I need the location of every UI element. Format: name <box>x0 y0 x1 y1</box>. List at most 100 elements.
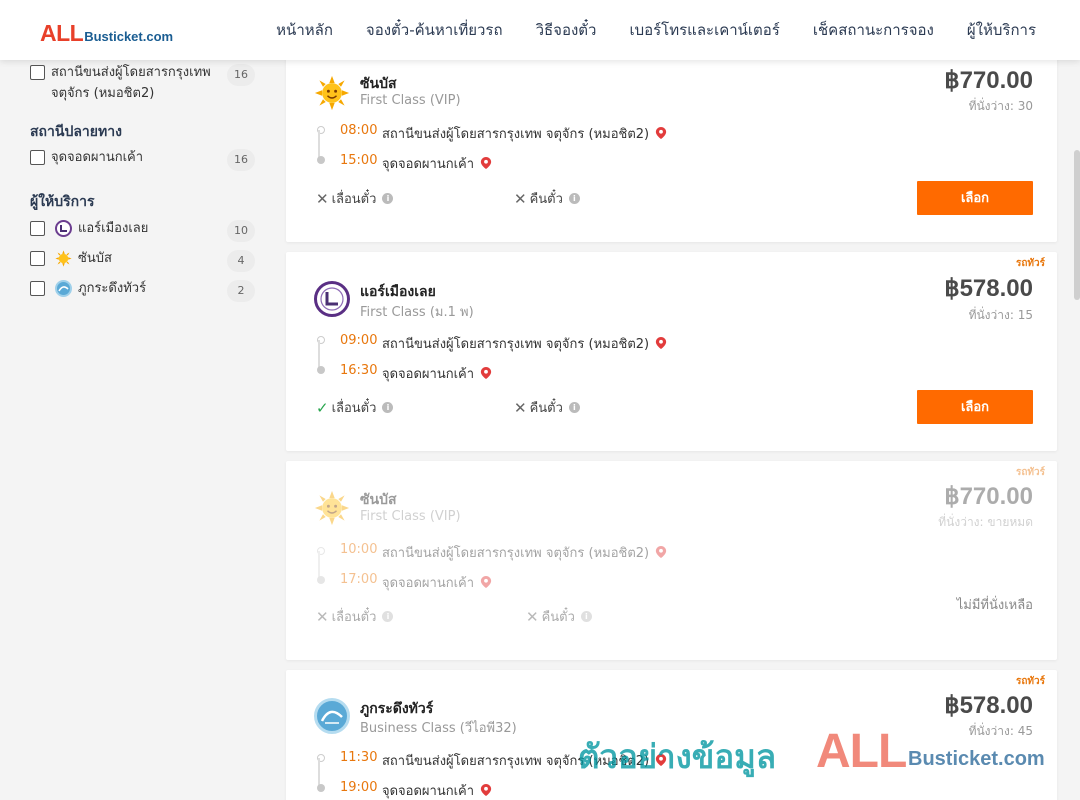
ticket-price: ฿770.00 <box>944 483 1033 510</box>
ticket-price: ฿770.00 <box>944 67 1033 94</box>
refund-policy: ✕ คืนตั๋ว i <box>514 397 580 418</box>
depart-place: สถานีขนส่งผู้โดยสารกรุงเทพ จตุจักร (หมอช… <box>382 750 667 771</box>
cross-icon: ✕ <box>514 189 527 208</box>
arrive-time: 19:00 <box>340 780 378 795</box>
filter-destination-phanokkao[interactable]: จุดจอดผานกเค้า 16 <box>30 147 255 171</box>
nav-how-to-book[interactable]: วิธีจองตั๋ว <box>536 18 597 42</box>
checkbox[interactable] <box>30 251 45 266</box>
operator-section-title: ผู้ให้บริการ <box>30 194 95 210</box>
logo-sub-text: Busticket.com <box>84 29 174 44</box>
checkbox[interactable] <box>30 221 45 236</box>
nav-booking-status[interactable]: เช็คสถานะการจอง <box>813 18 934 42</box>
depart-time: 09:00 <box>340 333 378 348</box>
map-pin-icon[interactable] <box>655 337 667 349</box>
ticket-price: ฿578.00 <box>944 692 1033 719</box>
timeline-end-dot <box>317 366 325 374</box>
depart-time: 08:00 <box>340 123 378 138</box>
air-muang-loei-logo-icon <box>314 281 350 317</box>
select-trip-button[interactable]: เลือก <box>917 390 1033 424</box>
filter-count: 16 <box>227 64 255 86</box>
nav-home[interactable]: หน้าหลัก <box>276 18 333 42</box>
info-icon: i <box>580 611 592 622</box>
filter-count: 2 <box>227 280 255 302</box>
arrive-time: 16:30 <box>340 363 378 378</box>
info-icon[interactable]: i <box>568 402 580 413</box>
main-nav: หน้าหลัก จองตั๋ว-ค้นหาเที่ยวรถ วิธีจองตั… <box>276 0 1036 60</box>
info-icon[interactable]: i <box>382 402 394 413</box>
cross-icon: ✕ <box>316 189 329 208</box>
filter-label: ภูกระดึงทัวร์ <box>78 281 147 296</box>
checkbox[interactable] <box>30 65 45 80</box>
arrive-place: จุดจอดผานกเค้า <box>382 780 492 800</box>
arrive-place: จุดจอดผานกเค้า <box>382 572 492 593</box>
phukradueng-logo-icon <box>55 280 72 297</box>
select-trip-button[interactable]: เลือก <box>917 181 1033 215</box>
seats-available: ที่นั่งว่าง: 30 <box>968 99 1033 113</box>
trip-card-sold-out: รถทัวร์ ซันบัส First Class (VIP) ฿770.00… <box>286 461 1057 660</box>
filter-label: แอร์เมืองเลย <box>78 221 149 236</box>
cross-icon: ✕ <box>316 607 329 626</box>
depart-place: สถานีขนส่งผู้โดยสารกรุงเทพ จตุจักร (หมอช… <box>382 333 667 354</box>
sun-logo-icon <box>314 75 350 111</box>
ticket-price: ฿578.00 <box>944 275 1033 302</box>
filter-operator-sunbus[interactable]: ซันบัส 4 <box>30 248 255 272</box>
filter-label: ซันบัส <box>78 251 112 266</box>
depart-place: สถานีขนส่งผู้โดยสารกรุงเทพ จตุจักร (หมอช… <box>382 123 667 144</box>
map-pin-icon <box>655 546 667 558</box>
trip-card: รถทัวร์ แอร์เมืองเลย First Class (ม.1 พ)… <box>286 252 1057 451</box>
filter-operator-phukradueng[interactable]: ภูกระดึงทัวร์ 2 <box>30 278 255 302</box>
filter-origin-mochit[interactable]: สถานีขนส่งผู้โดยสารกรุงเทพ จตุจักร (หมอช… <box>30 62 255 104</box>
filter-label: จุดจอดผานกเค้า <box>51 150 144 165</box>
page-scrollbar[interactable] <box>1074 150 1080 300</box>
destination-section-title: สถานีปลายทาง <box>30 124 122 140</box>
arrive-place: จุดจอดผานกเค้า <box>382 363 492 384</box>
nav-contact[interactable]: เบอร์โทรและเคาน์เตอร์ <box>629 18 779 42</box>
depart-place: สถานีขนส่งผู้โดยสารกรุงเทพ จตุจักร (หมอช… <box>382 542 667 563</box>
nav-booking[interactable]: จองตั๋ว-ค้นหาเที่ยวรถ <box>366 18 503 42</box>
trip-card: รถทัวร์ ภูกระดึงทัวร์ Business Class (วี… <box>286 670 1057 800</box>
map-pin-icon[interactable] <box>480 367 492 379</box>
no-seats-label: ไม่มีที่นั่งเหลือ <box>956 598 1033 613</box>
operator-name: ซันบัส <box>360 76 397 92</box>
info-icon[interactable]: i <box>382 193 394 204</box>
seats-available: ที่นั่งว่าง: 45 <box>968 724 1033 738</box>
filter-operator-air-muang-loei[interactable]: แอร์เมืองเลย 10 <box>30 218 255 242</box>
filter-count: 16 <box>227 149 255 171</box>
bus-class: First Class (ม.1 พ) <box>360 305 474 320</box>
info-icon: i <box>382 611 394 622</box>
checkbox[interactable] <box>30 281 45 296</box>
operator-name: แอร์เมืองเลย <box>360 284 436 300</box>
map-pin-icon <box>480 576 492 588</box>
seats-available: ที่นั่งว่าง: 15 <box>968 308 1033 322</box>
map-pin-icon[interactable] <box>480 157 492 169</box>
seats-available: ที่นั่งว่าง: ขายหมด <box>938 515 1033 529</box>
nav-operators[interactable]: ผู้ให้บริการ <box>967 18 1036 42</box>
filter-count: 4 <box>227 250 255 272</box>
checkbox[interactable] <box>30 150 45 165</box>
bus-class: First Class (VIP) <box>360 93 461 108</box>
site-logo[interactable]: ALL Busticket.com <box>40 20 173 47</box>
depart-time: 11:30 <box>340 750 378 765</box>
change-policy: ✕ เลื่อนตั๋ว i <box>316 188 394 209</box>
info-icon[interactable]: i <box>568 193 580 204</box>
timeline-end-dot <box>317 156 325 164</box>
arrive-place: จุดจอดผานกเค้า <box>382 153 492 174</box>
site-header: ALL Busticket.com หน้าหลัก จองตั๋ว-ค้นหา… <box>0 0 1080 60</box>
logo-main-text: ALL <box>40 20 84 46</box>
depart-time: 10:00 <box>340 542 378 557</box>
filter-label: สถานีขนส่งผู้โดยสารกรุงเทพ จตุจักร (หมอช… <box>51 65 211 101</box>
arrive-time: 17:00 <box>340 572 378 587</box>
refund-policy: ✕ คืนตั๋ว i <box>526 606 592 627</box>
map-pin-icon[interactable] <box>480 784 492 796</box>
timeline-end-dot <box>317 784 325 792</box>
change-policy: ✕ เลื่อนตั๋ว i <box>316 606 394 627</box>
map-pin-icon[interactable] <box>655 127 667 139</box>
map-pin-icon[interactable] <box>655 754 667 766</box>
tour-bus-tag: รถทัวร์ <box>1015 676 1045 687</box>
trip-card: ซันบัส First Class (VIP) ฿770.00 ที่นั่ง… <box>286 56 1057 242</box>
refund-policy: ✕ คืนตั๋ว i <box>514 188 580 209</box>
cross-icon: ✕ <box>514 398 527 417</box>
sun-logo-icon <box>314 490 350 526</box>
filter-count: 10 <box>227 220 255 242</box>
timeline-end-dot <box>317 576 325 584</box>
